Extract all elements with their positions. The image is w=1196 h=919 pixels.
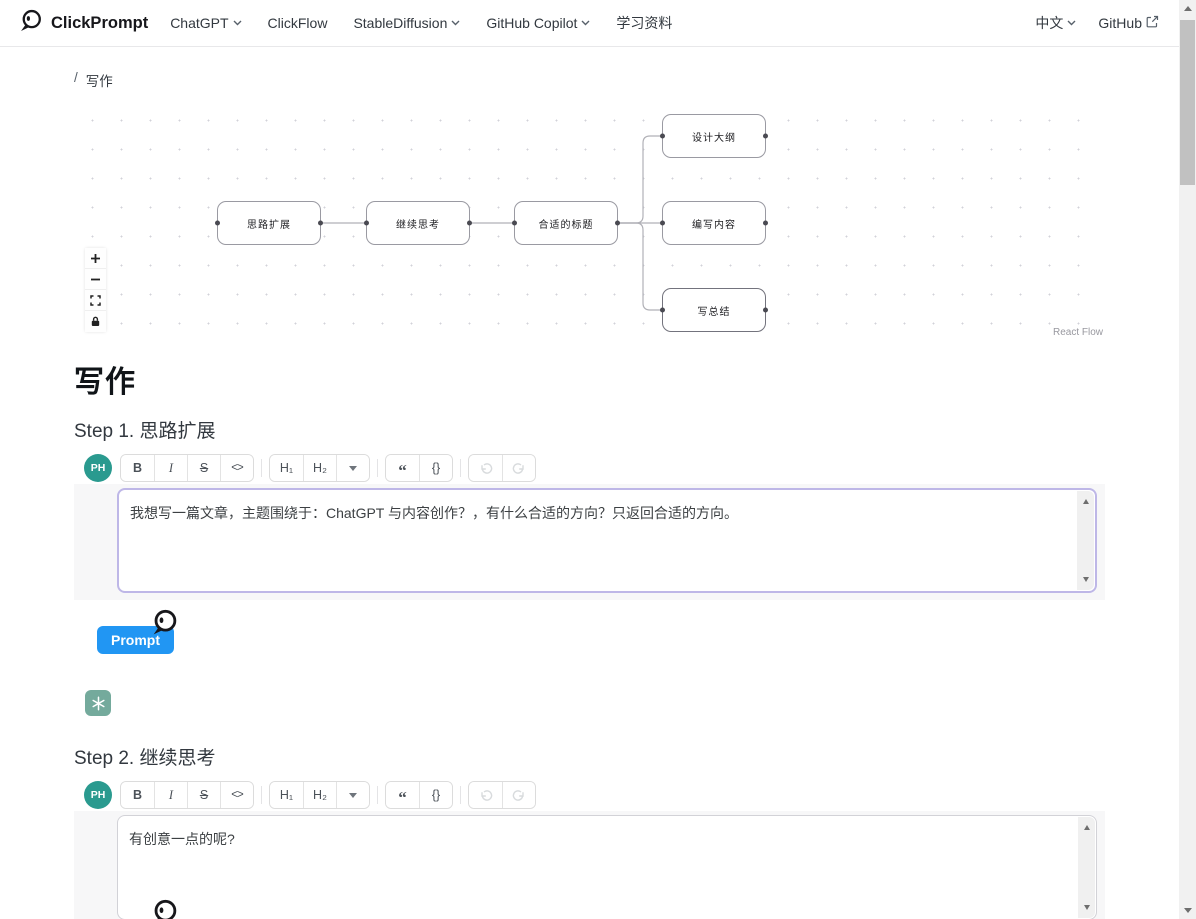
breadcrumb: / 写作 — [74, 70, 1105, 90]
scroll-down-arrow-icon[interactable] — [1078, 899, 1095, 916]
step2-prompt-input[interactable]: 有创意一点的呢? — [118, 816, 1077, 919]
italic-button[interactable]: I — [154, 782, 187, 808]
heading-dropdown-button[interactable] — [336, 455, 369, 481]
user-avatar: PH — [84, 781, 112, 809]
page-scrollbar[interactable] — [1179, 0, 1196, 919]
undo-icon — [479, 462, 493, 475]
react-flow-canvas[interactable]: 思路扩展 继续思考 合适的标题 设计大纲 编写内容 写总结 React Flow — [74, 100, 1105, 344]
undo-button[interactable] — [469, 782, 502, 808]
step1-prompt-row: Prompt — [74, 608, 1105, 660]
redo-icon — [512, 462, 526, 475]
flow-node-keep-thinking[interactable]: 继续思考 — [366, 201, 470, 245]
blockquote-button[interactable]: “ — [386, 455, 419, 481]
brand-logo-link[interactable]: ClickPrompt — [18, 8, 148, 39]
scrollbar-thumb[interactable] — [1180, 20, 1195, 185]
flow-controls — [85, 248, 106, 332]
nav-item-clickflow[interactable]: ClickFlow — [268, 15, 328, 31]
caret-down-icon — [349, 793, 357, 798]
github-link[interactable]: GitHub — [1098, 15, 1159, 31]
nav-item-chatgpt[interactable]: ChatGPT — [170, 15, 241, 31]
flow-node-expand-ideas[interactable]: 思路扩展 — [217, 201, 321, 245]
h1-button[interactable]: H₁ — [270, 455, 303, 481]
code-button[interactable]: <> — [220, 782, 253, 808]
caret-down-icon — [349, 466, 357, 471]
step1-editor-block: PH B I S <> H₁ H₂ “ {} — [74, 452, 1105, 600]
undo-icon — [479, 789, 493, 802]
step2-heading: Step 2. 继续思考 — [74, 743, 1105, 770]
step2-editor-block: PH B I S <> H₁ H₂ “ {} — [74, 779, 1105, 919]
nav-item-learning-materials[interactable]: 学习资料 — [616, 13, 672, 33]
flow-node-suitable-title[interactable]: 合适的标题 — [514, 201, 618, 245]
clickprompt-logo-icon — [18, 8, 44, 39]
chevron-down-icon — [1067, 20, 1076, 26]
openai-icon — [85, 690, 111, 716]
code-block-button[interactable]: {} — [419, 782, 452, 808]
top-navbar: ClickPrompt ChatGPT ClickFlow StableDiff… — [0, 0, 1179, 47]
chevron-down-icon — [581, 20, 590, 26]
redo-icon — [512, 789, 526, 802]
step2-textarea-wrap: 有创意一点的呢? — [117, 815, 1097, 919]
external-link-icon — [1146, 15, 1159, 31]
zoom-in-button[interactable] — [85, 248, 106, 269]
bold-button[interactable]: B — [121, 782, 154, 808]
user-avatar: PH — [84, 454, 112, 482]
nav-item-github-copilot[interactable]: GitHub Copilot — [486, 15, 590, 31]
scroll-up-arrow-icon[interactable] — [1077, 493, 1094, 510]
strikethrough-button[interactable]: S — [187, 455, 220, 481]
chevron-down-icon — [233, 20, 242, 26]
italic-button[interactable]: I — [154, 455, 187, 481]
redo-button[interactable] — [502, 455, 535, 481]
breadcrumb-separator: / — [74, 70, 78, 90]
clickprompt-logo-icon — [148, 898, 181, 919]
textarea-scrollbar[interactable] — [1077, 491, 1094, 590]
step1-prompt-input[interactable]: 我想写一篇文章，主题围绕于：ChatGPT 与内容创作？，有什么合适的方向？只返… — [119, 490, 1076, 591]
h2-button[interactable]: H₂ — [303, 455, 336, 481]
h1-button[interactable]: H₁ — [270, 782, 303, 808]
flow-node-write-summary[interactable]: 写总结 — [662, 288, 766, 332]
code-block-button[interactable]: {} — [419, 455, 452, 481]
step1-textarea-wrap: 我想写一篇文章，主题围绕于：ChatGPT 与内容创作？，有什么合适的方向？只返… — [117, 488, 1097, 593]
textarea-scrollbar[interactable] — [1078, 817, 1095, 918]
page-title: 写作 — [74, 357, 1105, 401]
bold-button[interactable]: B — [121, 455, 154, 481]
code-button[interactable]: <> — [220, 455, 253, 481]
brand-name: ClickPrompt — [51, 14, 148, 33]
scroll-down-arrow-icon[interactable] — [1179, 902, 1196, 919]
scroll-up-arrow-icon[interactable] — [1179, 0, 1196, 17]
step2-editor-toolbar: PH B I S <> H₁ H₂ “ {} — [74, 779, 1105, 811]
lock-button[interactable] — [85, 311, 106, 332]
step1-heading: Step 1. 思路扩展 — [74, 416, 1105, 443]
clickprompt-logo-icon — [148, 608, 181, 645]
scroll-up-arrow-icon[interactable] — [1078, 819, 1095, 836]
breadcrumb-current[interactable]: 写作 — [86, 70, 113, 90]
flow-node-design-outline[interactable]: 设计大纲 — [662, 114, 766, 158]
undo-button[interactable] — [469, 455, 502, 481]
redo-button[interactable] — [502, 782, 535, 808]
nav-item-stablediffusion[interactable]: StableDiffusion — [353, 15, 460, 31]
react-flow-attribution[interactable]: React Flow — [1053, 327, 1103, 338]
scroll-down-arrow-icon[interactable] — [1077, 571, 1094, 588]
h2-button[interactable]: H₂ — [303, 782, 336, 808]
zoom-out-button[interactable] — [85, 269, 106, 290]
heading-dropdown-button[interactable] — [336, 782, 369, 808]
flow-node-write-content[interactable]: 编写内容 — [662, 201, 766, 245]
language-switcher[interactable]: 中文 — [1035, 13, 1076, 33]
step1-response-row — [74, 690, 1105, 716]
fit-view-button[interactable] — [85, 290, 106, 311]
blockquote-button[interactable]: “ — [386, 782, 419, 808]
chevron-down-icon — [451, 20, 460, 26]
step1-editor-toolbar: PH B I S <> H₁ H₂ “ {} — [74, 452, 1105, 484]
strikethrough-button[interactable]: S — [187, 782, 220, 808]
